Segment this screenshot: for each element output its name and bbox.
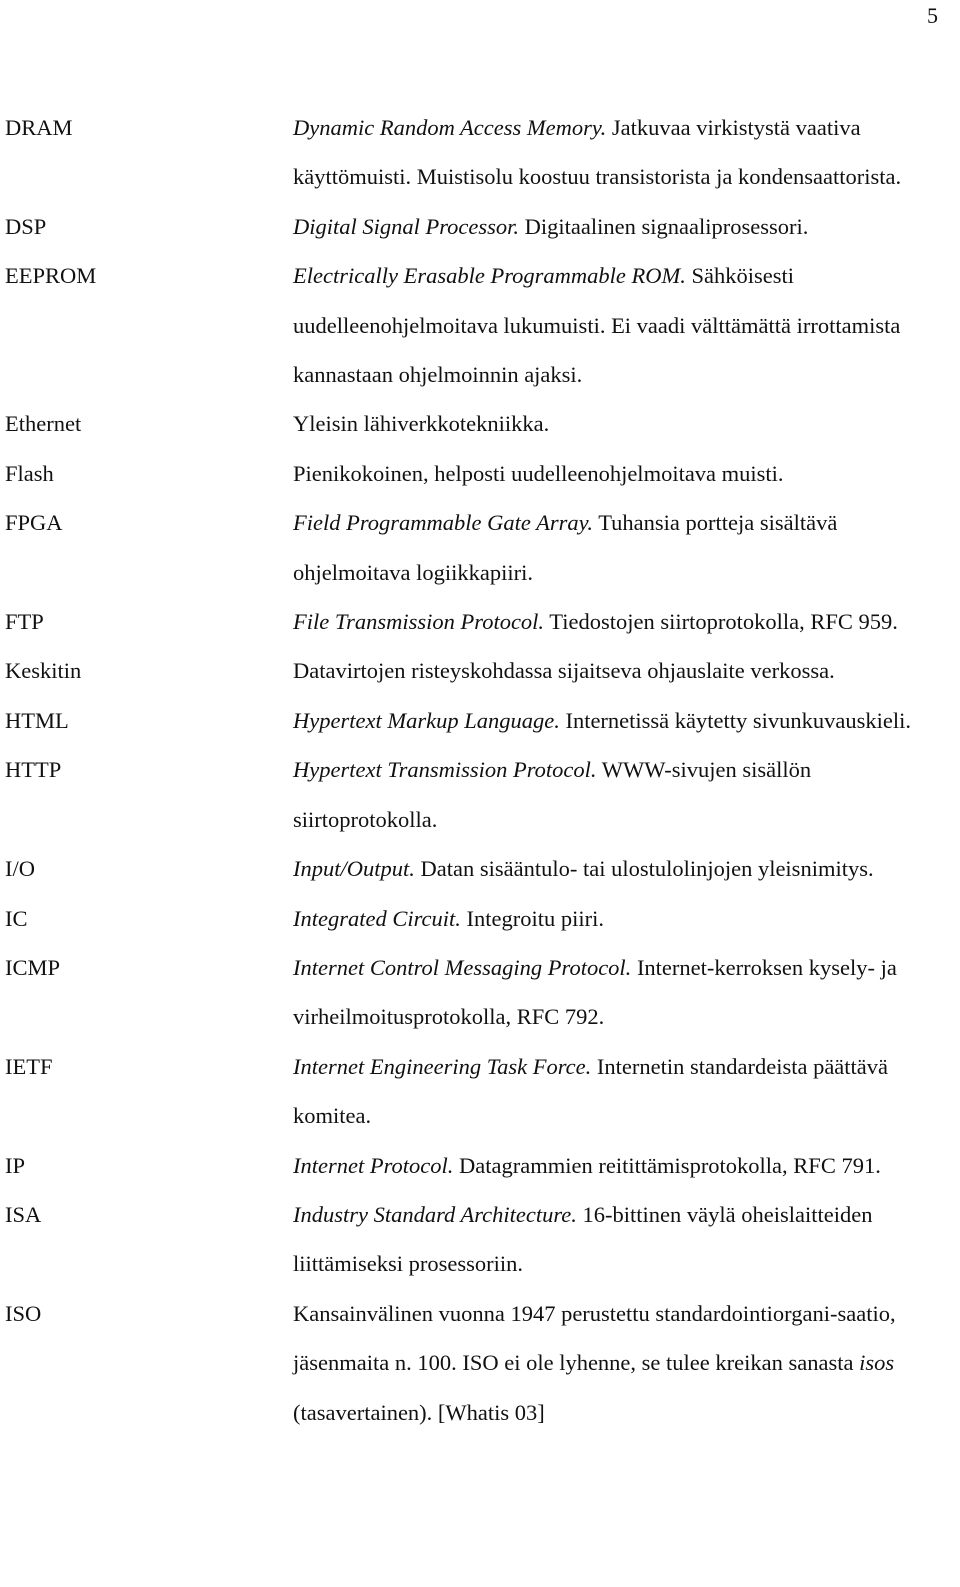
glossary-description: Internetissä käytetty sivunkuvauskieli.	[559, 707, 912, 733]
glossary-term: Flash	[5, 460, 54, 486]
glossary-definition: Kansainvälinen vuonna 1947 perustettu st…	[293, 1289, 941, 1437]
glossary-expansion: Digital Signal Processor.	[293, 213, 520, 239]
glossary-expansion: Dynamic Random Access Memory.	[293, 115, 607, 140]
glossary-expansion: Integrated Circuit.	[293, 905, 461, 931]
glossary-term: EEPROM	[5, 263, 97, 289]
glossary-definition: Pienikokoinen, helposti uudelleenohjelmo…	[293, 449, 941, 498]
glossary-term: Keskitin	[5, 658, 82, 684]
document-page: 5 DRAM Dynamic Random Access Memory. Jat…	[0, 0, 960, 1587]
glossary-list: DRAM Dynamic Random Access Memory. Jatku…	[5, 103, 945, 1437]
glossary-expansion: Hypertext Transmission Protocol.	[293, 757, 597, 783]
glossary-definition: Digital Signal Processor. Digitaalinen s…	[293, 202, 941, 251]
glossary-term: IC	[5, 905, 28, 931]
glossary-definition: Internet Protocol. Datagrammien reitittä…	[293, 1141, 941, 1190]
glossary-entry: IC Integrated Circuit. Integroitu piiri.	[5, 894, 945, 943]
glossary-expansion: Industry Standard Architecture.	[293, 1201, 577, 1227]
glossary-entry: ICMP Internet Control Messaging Protocol…	[5, 943, 945, 1042]
glossary-entry: Keskitin Datavirtojen risteyskohdassa si…	[5, 646, 945, 695]
glossary-description: Datan sisääntulo- tai ulostulolinjojen y…	[414, 856, 874, 882]
glossary-definition: Datavirtojen risteyskohdassa sijaitseva …	[293, 646, 941, 695]
glossary-expansion: Internet Protocol.	[293, 1152, 454, 1178]
glossary-term: ICMP	[5, 954, 61, 980]
glossary-description: Kansainvälinen vuonna 1947 perustettu st…	[293, 1300, 896, 1376]
glossary-definition: Integrated Circuit. Integroitu piiri.	[293, 894, 941, 943]
glossary-entry: HTTP Hypertext Transmission Protocol. WW…	[5, 745, 945, 844]
glossary-term: FPGA	[5, 510, 63, 536]
glossary-description: Pienikokoinen, helposti uudelleenohjelmo…	[293, 460, 784, 486]
glossary-expansion: Internet Engineering Task Force.	[293, 1053, 592, 1079]
glossary-entry: I/O Input/Output. Datan sisääntulo- tai …	[5, 844, 945, 893]
glossary-description: Datavirtojen risteyskohdassa sijaitseva …	[293, 658, 835, 684]
glossary-term: I/O	[5, 856, 35, 882]
glossary-entry: HTML Hypertext Markup Language. Internet…	[5, 696, 945, 745]
glossary-term: IP	[5, 1152, 26, 1178]
glossary-definition: Input/Output. Datan sisääntulo- tai ulos…	[293, 844, 941, 893]
glossary-description-tail: (tasavertainen). [Whatis 03]	[293, 1399, 545, 1425]
glossary-entry: FTP File Transmission Protocol. Tiedosto…	[5, 597, 945, 646]
glossary-entry: Ethernet Yleisin lähiverkkotekniikka.	[5, 399, 945, 448]
glossary-entry: DSP Digital Signal Processor. Digitaalin…	[5, 202, 945, 251]
glossary-definition: Industry Standard Architecture. 16-bitti…	[293, 1190, 941, 1289]
glossary-entry: ISO Kansainvälinen vuonna 1947 perustett…	[5, 1289, 945, 1437]
glossary-entry: ISA Industry Standard Architecture. 16-b…	[5, 1190, 945, 1289]
glossary-description-italic-term: isos	[859, 1350, 895, 1376]
glossary-term: ISO	[5, 1300, 42, 1326]
glossary-description: Tiedostojen siirtoprotokolla, RFC 959.	[544, 609, 898, 635]
glossary-expansion: Internet Control Messaging Protocol.	[293, 954, 632, 980]
page-number: 5	[927, 3, 938, 28]
glossary-definition: Hypertext Transmission Protocol. WWW-siv…	[293, 745, 941, 844]
glossary-term: ISA	[5, 1201, 42, 1227]
glossary-definition: Yleisin lähiverkkotekniikka.	[293, 399, 941, 448]
glossary-definition: Internet Control Messaging Protocol. Int…	[293, 943, 941, 1042]
glossary-term: Ethernet	[5, 411, 82, 437]
glossary-definition: File Transmission Protocol. Tiedostojen …	[293, 597, 941, 646]
glossary-entry: FPGA Field Programmable Gate Array. Tuha…	[5, 498, 945, 597]
glossary-term: HTTP	[5, 757, 62, 783]
glossary-definition: Field Programmable Gate Array. Tuhansia …	[293, 498, 941, 597]
glossary-description: Digitaalinen signaaliprosessori.	[519, 213, 809, 239]
glossary-definition: Dynamic Random Access Memory. Jatkuvaa v…	[293, 103, 941, 202]
glossary-term: FTP	[5, 609, 44, 635]
glossary-expansion: Hypertext Markup Language.	[293, 707, 560, 733]
glossary-definition: Internet Engineering Task Force. Interne…	[293, 1042, 941, 1141]
glossary-term: DRAM	[5, 115, 73, 140]
glossary-term: IETF	[5, 1053, 53, 1079]
glossary-entry: EEPROM Electrically Erasable Programmabl…	[5, 251, 945, 399]
glossary-expansion: File Transmission Protocol.	[293, 609, 545, 635]
glossary-definition: Hypertext Markup Language. Internetissä …	[293, 696, 941, 745]
glossary-entry: Flash Pienikokoinen, helposti uudelleeno…	[5, 449, 945, 498]
glossary-expansion: Electrically Erasable Programmable ROM.	[293, 263, 686, 289]
glossary-definition: Electrically Erasable Programmable ROM. …	[293, 251, 941, 399]
glossary-description: Integroitu piiri.	[460, 905, 605, 931]
glossary-description: Datagrammien reitittämisprotokolla, RFC …	[453, 1152, 881, 1178]
glossary-expansion: Input/Output.	[293, 856, 415, 882]
glossary-term: HTML	[5, 707, 69, 733]
glossary-expansion: Field Programmable Gate Array.	[293, 510, 593, 536]
glossary-entry: IP Internet Protocol. Datagrammien reiti…	[5, 1141, 945, 1190]
glossary-entry: DRAM Dynamic Random Access Memory. Jatku…	[5, 103, 945, 202]
glossary-description: Yleisin lähiverkkotekniikka.	[293, 411, 550, 437]
glossary-entry: IETF Internet Engineering Task Force. In…	[5, 1042, 945, 1141]
glossary-term: DSP	[5, 213, 47, 239]
